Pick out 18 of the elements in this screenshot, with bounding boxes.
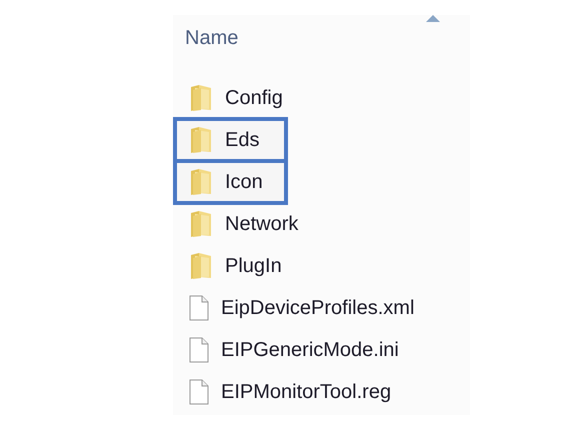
file-icon [189,337,209,363]
file-name[interactable]: EipDeviceProfiles.xml [221,296,414,320]
file-name[interactable]: Network [225,212,298,236]
file-name[interactable]: Config [225,86,283,110]
column-header[interactable]: Name [185,23,238,67]
file-icon [189,379,209,405]
file-name[interactable]: EIPMonitorTool.reg [221,380,392,404]
file-name[interactable]: Eds [225,128,260,152]
sort-arrow-icon[interactable] [426,15,440,22]
file-name[interactable]: EIPGenericMode.ini [221,338,399,362]
folder-icon [189,127,213,153]
file-icon [189,295,209,321]
folder-icon [189,253,213,279]
folder-icon [189,211,213,237]
file-name[interactable]: Icon [225,170,263,194]
folder-icon [189,169,213,195]
folder-icon [189,85,213,111]
file-name[interactable]: PlugIn [225,254,282,278]
